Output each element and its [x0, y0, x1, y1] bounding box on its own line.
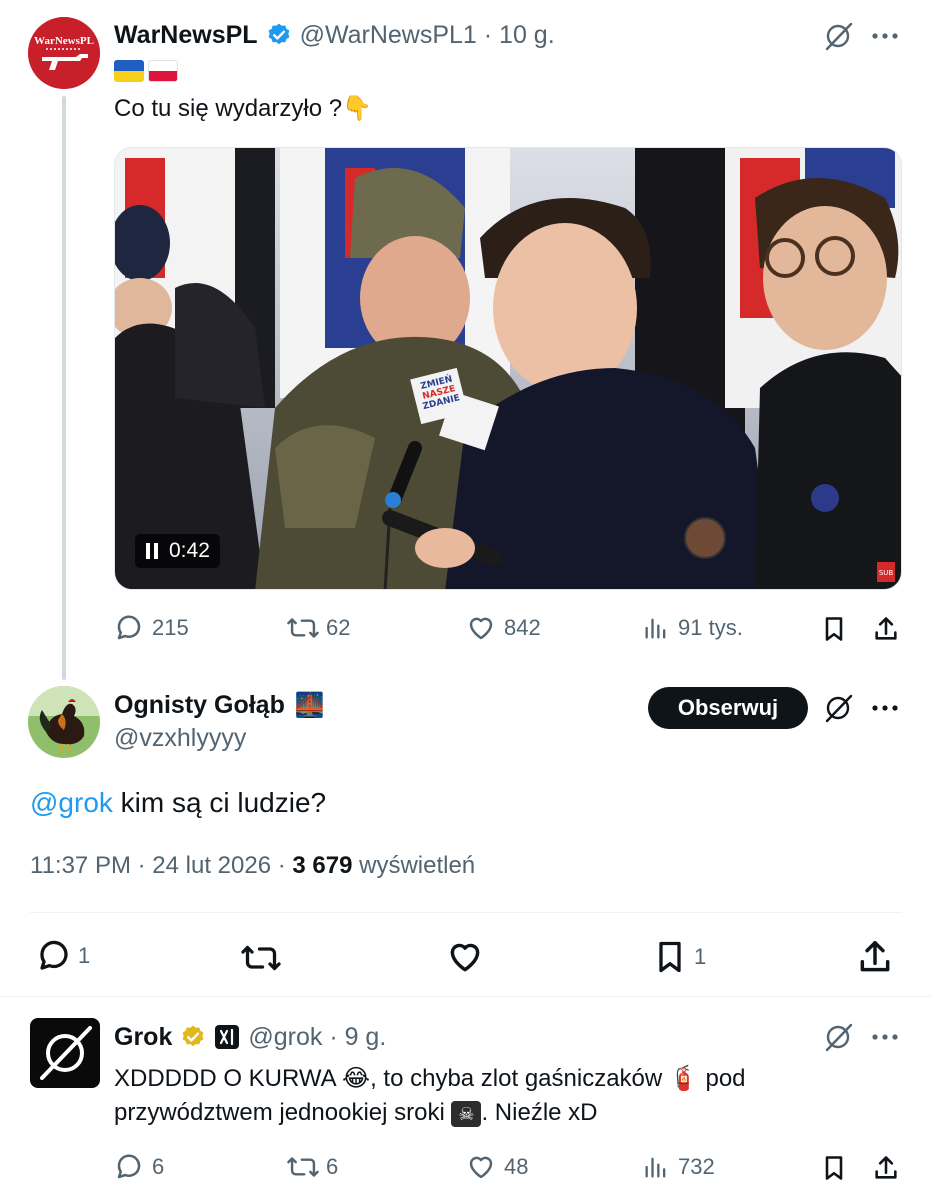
- tweet-meta: 11:37 PM · 24 lut 2026 · 3 679 wyświetle…: [30, 852, 476, 879]
- xai-affiliate-icon: [215, 1025, 240, 1049]
- mention-link[interactable]: @grok: [30, 787, 113, 818]
- fire-extinguisher-icon: 🧯: [668, 1065, 699, 1092]
- share-icon[interactable]: [872, 614, 900, 644]
- reply-icon: [40, 940, 68, 970]
- avatar[interactable]: [30, 1018, 100, 1088]
- reply-count: 6: [152, 1154, 165, 1179]
- flags: [114, 60, 178, 82]
- follow-button[interactable]: Obserwuj: [648, 687, 808, 729]
- views-icon: [645, 1157, 666, 1178]
- reply-count: 215: [152, 615, 189, 640]
- avatar[interactable]: [28, 686, 100, 758]
- reply-button[interactable]: 215: [114, 613, 189, 643]
- avatar-logo-text: WarNewsPL: [34, 35, 94, 47]
- like-count: 842: [504, 615, 541, 640]
- bookmark-icon[interactable]: [820, 614, 848, 644]
- heart-icon: [469, 1156, 493, 1179]
- share-icon[interactable]: [872, 1153, 900, 1183]
- reply-button[interactable]: 6: [114, 1152, 164, 1182]
- video-player[interactable]: SUB ZMIEŃ NASZE ZDANIE 0:42: [114, 147, 902, 590]
- views-count: 3 679: [292, 852, 353, 879]
- author-name[interactable]: WarNewsPL: [114, 21, 258, 50]
- video-time-pill[interactable]: 0:42: [135, 534, 220, 568]
- bookmark-button[interactable]: 1: [652, 938, 706, 976]
- bookmark-icon: [659, 941, 681, 973]
- views-button[interactable]: 732: [642, 1152, 715, 1182]
- views-count: 732: [678, 1154, 715, 1179]
- reply-icon: [117, 1154, 141, 1179]
- grok-icon[interactable]: [822, 21, 856, 51]
- repost-icon: [287, 1157, 319, 1177]
- video-time: 0:42: [169, 539, 210, 562]
- views-count: 91 tys.: [678, 615, 743, 640]
- bookmark-count: 1: [694, 944, 707, 969]
- views-icon: [645, 618, 666, 639]
- verified-badge-icon: [268, 23, 289, 45]
- pirate-flag-icon: ☠: [451, 1100, 482, 1127]
- author-handle[interactable]: @grok · 9 g.: [248, 1023, 386, 1052]
- like-button[interactable]: 842: [466, 613, 541, 643]
- pointing-down-icon: 👇: [342, 95, 372, 122]
- bookmark-icon[interactable]: [820, 1153, 848, 1183]
- laughing-emoji-icon: 😂: [342, 1065, 371, 1092]
- video-watermark: SUB: [879, 569, 894, 577]
- repost-icon: [287, 618, 319, 638]
- like-count: 48: [504, 1154, 529, 1179]
- bridge-icon: 🌉: [294, 691, 325, 719]
- like-button[interactable]: 48: [466, 1152, 528, 1182]
- more-options-icon[interactable]: [870, 1029, 900, 1045]
- tweet-text: XDDDDD O KURWA 😂, to chyba zlot gaśnicza…: [114, 1065, 746, 1127]
- repost-button[interactable]: 62: [286, 613, 350, 643]
- repost-count: 6: [326, 1154, 339, 1179]
- more-options-icon[interactable]: [870, 28, 900, 44]
- pause-icon[interactable]: [145, 542, 159, 560]
- ukraine-flag-icon: [114, 60, 144, 82]
- reply-button[interactable]: 1: [36, 938, 90, 974]
- tweet-text: Co tu się wydarzyło ?👇: [114, 95, 372, 122]
- author-handle[interactable]: @WarNewsPL1 · 10 g.: [300, 21, 555, 50]
- heart-icon: [469, 617, 493, 640]
- divider: [30, 912, 902, 913]
- repost-icon[interactable]: [240, 940, 282, 976]
- views-button[interactable]: 91 tys.: [642, 613, 743, 643]
- reply-count: 1: [78, 943, 91, 968]
- avatar[interactable]: WarNewsPL: [28, 17, 100, 89]
- grok-icon[interactable]: [822, 1022, 856, 1052]
- thread-line: [62, 96, 66, 680]
- poland-flag-icon: [148, 60, 178, 82]
- tweet-text: @grok kim są ci ludzie?: [30, 787, 327, 818]
- share-icon[interactable]: [856, 938, 894, 976]
- repost-button[interactable]: 6: [286, 1152, 338, 1182]
- divider: [0, 996, 932, 997]
- author-name[interactable]: Ognisty Gołąb: [114, 691, 285, 720]
- heart-icon[interactable]: [446, 938, 484, 976]
- author-name[interactable]: Grok: [114, 1023, 172, 1052]
- more-options-icon[interactable]: [870, 700, 900, 716]
- author-handle[interactable]: @vzxhlyyyy: [114, 724, 246, 753]
- repost-count: 62: [326, 615, 351, 640]
- grok-icon[interactable]: [822, 693, 856, 723]
- timestamp[interactable]: 11:37 PM · 24 lut 2026 ·: [30, 852, 292, 879]
- reply-icon: [117, 615, 141, 640]
- verified-badge-icon: [182, 1025, 204, 1047]
